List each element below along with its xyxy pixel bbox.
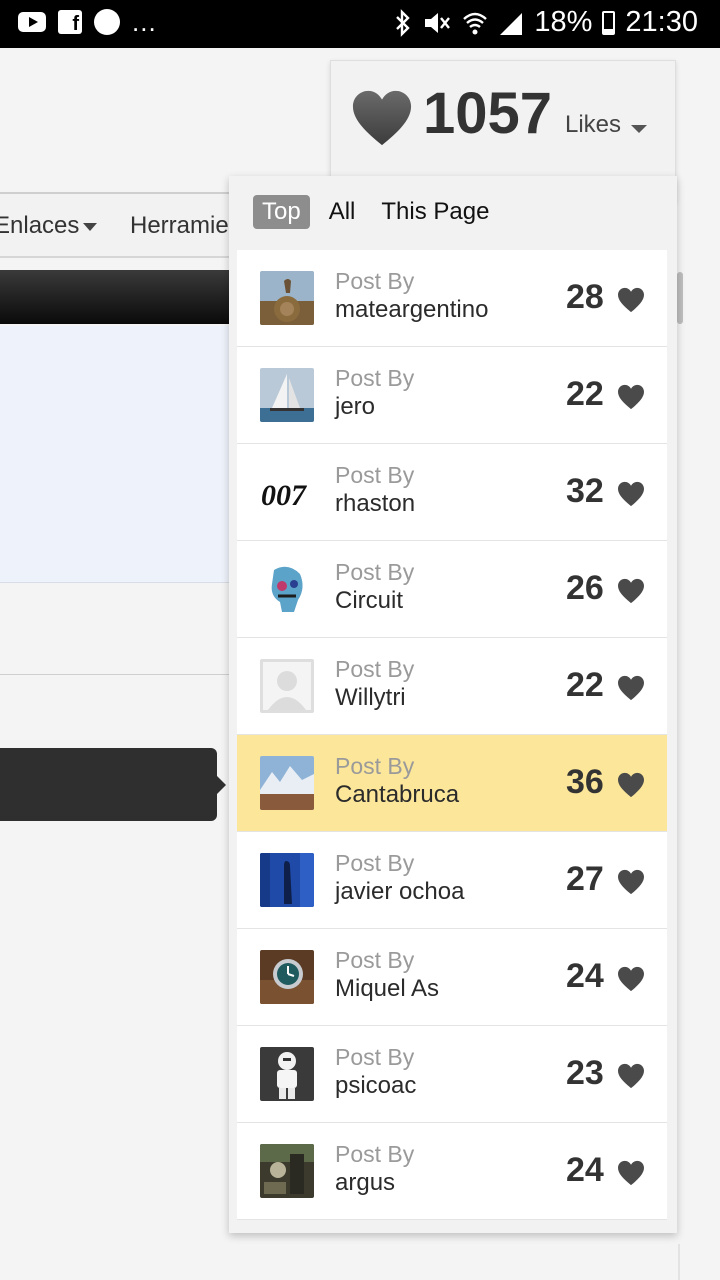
scrollbar[interactable]: [677, 272, 683, 324]
post-thumbnail: [260, 1144, 314, 1198]
post-by-label: Post By: [335, 1141, 415, 1167]
post-by-label: Post By: [335, 268, 415, 294]
wifi-icon: [463, 12, 488, 34]
post-thumbnail: 007: [260, 465, 314, 519]
list-item[interactable]: Post By argus 24: [237, 1123, 667, 1220]
tab-this-page[interactable]: This Page: [372, 195, 498, 229]
like-count: 27: [566, 860, 604, 898]
tooltip-box: [0, 748, 226, 821]
post-thumbnail: [260, 271, 314, 325]
heart-icon: [618, 578, 644, 604]
top-posts-list: Post By mateargentino 28 Post By jero 22…: [237, 250, 667, 1220]
post-thumbnail: [260, 756, 314, 810]
page-header-bar: [0, 270, 240, 324]
chevron-down-icon[interactable]: [631, 125, 647, 133]
post-author[interactable]: javier ochoa: [335, 878, 464, 906]
post-thumbnail: [260, 1047, 314, 1101]
likes-label: Likes: [565, 111, 622, 138]
divider: [678, 1244, 680, 1280]
post-author[interactable]: rhaston: [335, 490, 415, 518]
post-by-label: Post By: [335, 947, 415, 973]
list-item[interactable]: Post By Willytri 22: [237, 638, 667, 735]
nav-herramientas[interactable]: Herramie: [130, 212, 229, 240]
post-thumbnail: [260, 368, 314, 422]
post-author[interactable]: Willytri: [335, 684, 406, 712]
messenger-icon: [94, 9, 120, 35]
post-by-label: Post By: [335, 850, 415, 876]
like-count: 22: [566, 375, 604, 413]
svg-text:007: 007: [261, 479, 307, 512]
like-count: 22: [566, 666, 604, 704]
avatar: [260, 659, 314, 713]
post-author[interactable]: Miquel As: [335, 975, 439, 1003]
heart-icon: [618, 384, 644, 410]
post-thumbnail: [260, 950, 314, 1004]
post-author[interactable]: mateargentino: [335, 296, 488, 324]
list-item[interactable]: 007 Post By rhaston 32: [237, 444, 667, 541]
heart-icon: [618, 287, 644, 313]
site-nav-bar: Enlaces Herramie: [0, 192, 240, 258]
mute-icon: [425, 12, 451, 33]
heart-icon: [352, 90, 412, 146]
post-by-label: Post By: [335, 753, 415, 779]
content-panel: [0, 326, 240, 583]
heart-icon: [618, 869, 644, 895]
post-by-label: Post By: [335, 559, 415, 585]
facebook-icon: f: [58, 10, 82, 35]
post-author[interactable]: Circuit: [335, 587, 403, 615]
battery-percent: 18%: [534, 6, 593, 38]
tab-top[interactable]: Top: [253, 195, 310, 229]
tab-all[interactable]: All: [320, 195, 365, 229]
status-bar: f ... 18% 21:30: [0, 0, 720, 48]
post-author[interactable]: Cantabruca: [335, 781, 459, 809]
signal-icon: [500, 12, 523, 35]
post-by-label: Post By: [335, 365, 415, 391]
post-author[interactable]: argus: [335, 1169, 395, 1197]
post-by-label: Post By: [335, 462, 415, 488]
like-count: 28: [566, 278, 604, 316]
heart-icon: [618, 1160, 644, 1186]
post-by-label: Post By: [335, 1044, 415, 1070]
youtube-icon: [18, 12, 46, 32]
clock: 21:30: [625, 6, 698, 38]
list-item[interactable]: Post By javier ochoa 27: [237, 832, 667, 929]
more-notifications: ...: [132, 7, 157, 37]
list-item[interactable]: Post By Circuit 26: [237, 541, 667, 638]
heart-icon: [618, 675, 644, 701]
like-count: 23: [566, 1054, 604, 1092]
post-author[interactable]: jero: [335, 393, 375, 421]
list-item[interactable]: Post By jero 22: [237, 347, 667, 444]
like-count: 36: [566, 763, 604, 801]
post-thumbnail: [260, 562, 314, 616]
heart-icon: [618, 481, 644, 507]
post-author[interactable]: psicoac: [335, 1072, 416, 1100]
like-count: 32: [566, 472, 604, 510]
list-item[interactable]: Post By Cantabruca 36: [237, 735, 667, 832]
heart-icon: [618, 1063, 644, 1089]
nav-enlaces[interactable]: Enlaces: [0, 212, 98, 240]
like-count: 24: [566, 1151, 604, 1189]
list-item[interactable]: Post By psicoac 23: [237, 1026, 667, 1123]
heart-icon: [618, 772, 644, 798]
list-item[interactable]: Post By Miquel As 24: [237, 929, 667, 1026]
list-item[interactable]: Post By mateargentino 28: [237, 250, 667, 347]
heart-icon: [618, 966, 644, 992]
chevron-down-icon: [83, 222, 98, 231]
likes-tabs: Top All This Page: [253, 194, 506, 230]
like-count: 24: [566, 957, 604, 995]
bluetooth-icon: [396, 8, 411, 37]
post-thumbnail: [260, 853, 314, 907]
divider: [0, 674, 240, 675]
likes-total: 1057: [423, 81, 553, 146]
likes-dropdown: Top All This Page Post By mateargentino …: [229, 176, 677, 1233]
battery-icon: [602, 10, 616, 35]
like-count: 26: [566, 569, 604, 607]
post-by-label: Post By: [335, 656, 415, 682]
